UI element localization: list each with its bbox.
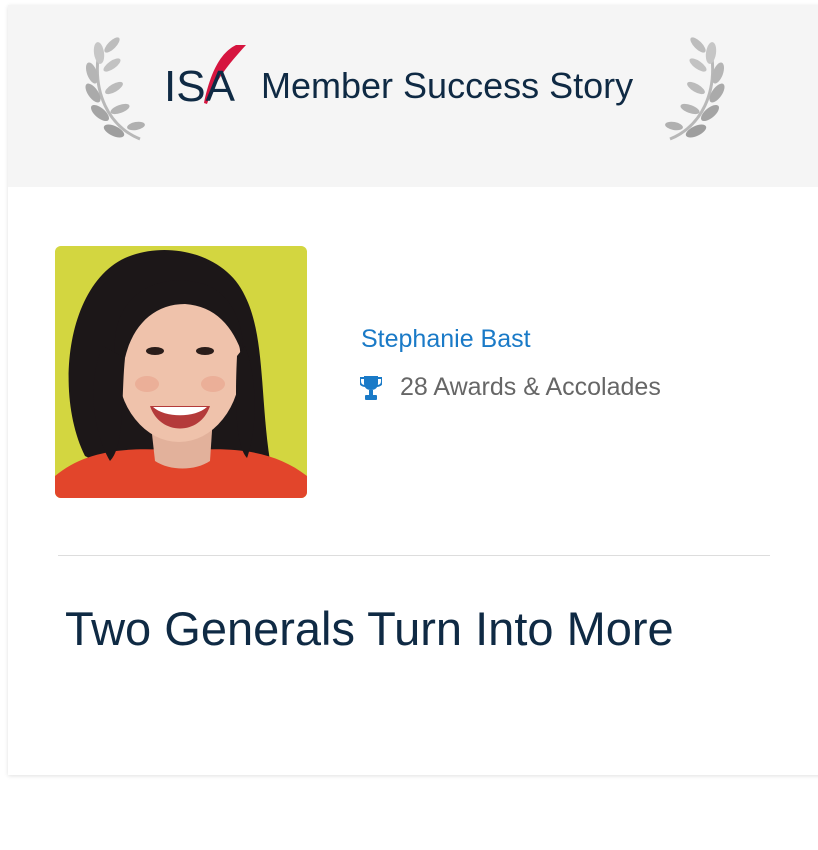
divider xyxy=(58,555,770,556)
success-story-card: ISA Member Success Story Stephanie Bast … xyxy=(8,5,818,775)
banner-title: Member Success Story xyxy=(261,65,634,106)
isa-logo-icon: ISA xyxy=(164,45,246,105)
member-avatar[interactable] xyxy=(55,246,307,498)
svg-text:ISA: ISA xyxy=(164,62,236,105)
awards-count: 28 Awards & Accolades xyxy=(400,373,661,401)
member-photo xyxy=(55,246,307,498)
trophy-icon xyxy=(360,376,382,400)
story-banner: ISA Member Success Story xyxy=(8,5,818,187)
story-title[interactable]: Two Generals Turn Into More xyxy=(65,601,674,656)
laurel-right-icon xyxy=(665,37,725,141)
laurel-left-icon xyxy=(85,37,145,141)
member-name-link[interactable]: Stephanie Bast xyxy=(361,325,531,354)
